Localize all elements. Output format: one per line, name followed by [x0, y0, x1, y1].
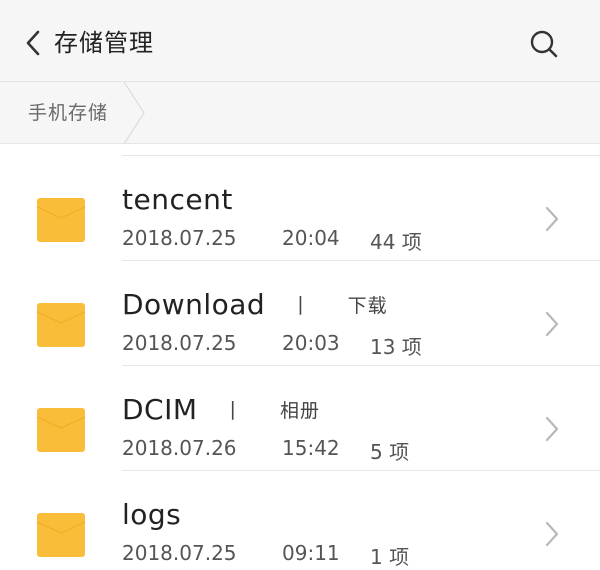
chevron-right-icon: [545, 521, 559, 547]
list-item-download[interactable]: Download | 下载 2018.07.25 20:03 13 项: [0, 261, 600, 366]
modified-date: 2018.07.25: [122, 541, 237, 565]
folder-alias: 相册: [279, 399, 320, 422]
item-count: 1 项: [370, 545, 410, 569]
folder-name: logs: [122, 497, 182, 531]
modified-time: 20:04: [282, 226, 340, 250]
search-icon: [530, 30, 558, 58]
folder-icon: [36, 303, 86, 347]
folder-name: Download: [122, 287, 266, 321]
folder-icon: [36, 513, 86, 557]
modified-time: 09:11: [282, 541, 340, 565]
folder-name-line: Download | 下载: [122, 283, 388, 325]
folder-name-line: tencent: [122, 178, 233, 220]
folder-alias: 下载: [347, 294, 388, 317]
breadcrumb: 手机存储: [0, 82, 600, 144]
folder-name-line: DCIM | 相册: [122, 388, 320, 430]
list-item-tencent[interactable]: tencent 2018.07.25 20:04 44 项: [0, 156, 600, 261]
modified-date: 2018.07.26: [122, 436, 237, 460]
item-count: 5 项: [370, 440, 410, 464]
item-count: 13 项: [370, 335, 422, 359]
folder-icon: [36, 408, 86, 452]
search-button[interactable]: [526, 26, 562, 62]
folder-icon: [36, 198, 86, 242]
chevron-right-icon: [545, 206, 559, 232]
breadcrumb-item-phone-storage[interactable]: 手机存储: [0, 82, 160, 144]
folder-name-line: logs: [122, 493, 181, 535]
chevron-left-icon: [26, 30, 40, 56]
list-item-dcim[interactable]: DCIM | 相册 2018.07.26 15:42 5 项: [0, 366, 600, 471]
folder-name: DCIM: [122, 392, 198, 426]
app-bar: 存储管理: [0, 0, 600, 82]
modified-date: 2018.07.25: [122, 226, 237, 250]
chevron-right-icon: [545, 416, 559, 442]
alias-separator: |: [229, 398, 236, 420]
file-list: tencent 2018.07.25 20:04 44 项 Download |…: [0, 144, 600, 570]
folder-name: tencent: [122, 182, 233, 216]
modified-time: 20:03: [282, 331, 340, 355]
modified-date: 2018.07.25: [122, 331, 237, 355]
page-title: 存储管理: [54, 29, 154, 57]
file-manager-screen: 存储管理 手机存储 tencent 2018.07.25 20:04 44 项 …: [0, 0, 600, 570]
list-item-logs[interactable]: logs 2018.07.25 09:11 1 项: [0, 471, 600, 570]
alias-separator: |: [297, 293, 304, 315]
chevron-right-icon: [545, 311, 559, 337]
back-button[interactable]: [18, 26, 48, 60]
breadcrumb-separator-icon: [123, 82, 145, 144]
breadcrumb-label: 手机存储: [28, 102, 109, 124]
item-count: 44 项: [370, 230, 422, 254]
modified-time: 15:42: [282, 436, 340, 460]
